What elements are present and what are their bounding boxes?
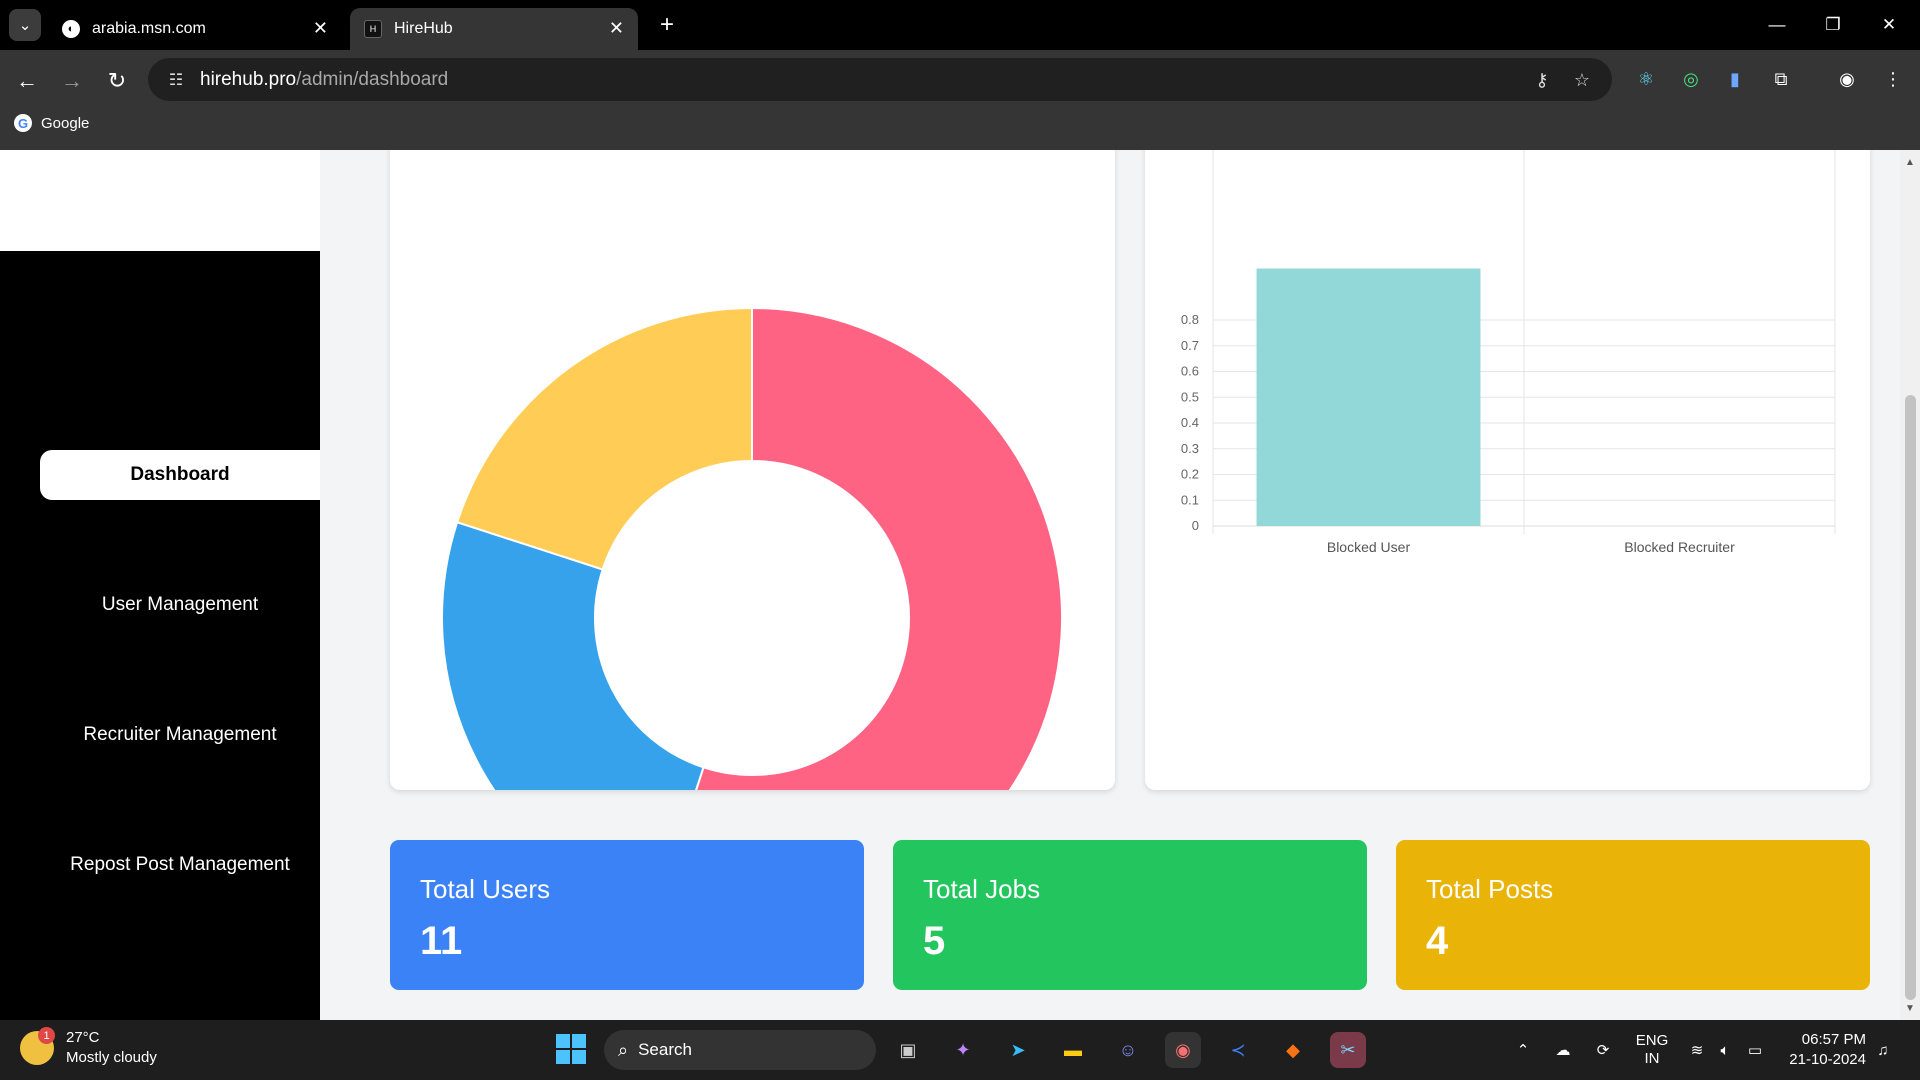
minimize-icon[interactable]: —: [1762, 10, 1792, 40]
weather-desc: Mostly cloudy: [66, 1049, 157, 1066]
notification-badge: 1: [38, 1027, 55, 1044]
screen: ⌄ ◐ arabia.msn.com ✕ H HireHub ✕ + — ❐ ✕…: [0, 0, 1920, 1080]
sidebar-item-user-management[interactable]: User Management: [40, 580, 320, 630]
tab-hirehub[interactable]: H HireHub ✕: [350, 8, 638, 50]
close-window-icon[interactable]: ✕: [1874, 10, 1904, 40]
windows-taskbar: 1 27°C Mostly cloudy ⌕ Search ▣ ✦ ➤ ▬ ☺ …: [0, 1020, 1920, 1080]
x-tick-label: Blocked User: [1327, 539, 1411, 555]
browser-toolbar: ← → ↻ ☷ hirehub.pro/admin/dashboard ⚷ ☆ …: [0, 50, 1920, 150]
extension-circle-icon[interactable]: ◎: [1676, 64, 1706, 94]
y-tick-label: 0.2: [1181, 467, 1199, 482]
stat-card-total-jobs: Total Jobs 5: [893, 840, 1367, 990]
y-tick-label: 0.6: [1181, 364, 1199, 379]
brave-icon[interactable]: ◆: [1275, 1032, 1311, 1068]
bar-chart-card: 0 0.1 0.2 0.3 0.4 0.5 0.6 0.7 0.8 Blocked User Blo…: [1145, 150, 1870, 790]
bar-chart: 0 0.1 0.2 0.3 0.4 0.5 0.6 0.7 0.8 Blocked User Blo…: [1181, 150, 1836, 555]
discord-icon[interactable]: ☺: [1110, 1032, 1146, 1068]
stat-value: 11: [420, 919, 463, 963]
y-tick-label: 0.1: [1181, 492, 1199, 507]
task-view-icon[interactable]: ▣: [890, 1032, 926, 1068]
clipboard-icon[interactable]: ▮: [1720, 64, 1750, 94]
bar-0[interactable]: [1256, 268, 1481, 527]
file-explorer-icon[interactable]: ▬: [1055, 1032, 1091, 1068]
hirehub-favicon-icon: H: [364, 20, 382, 38]
y-tick-label: 0.7: [1181, 338, 1199, 353]
bookmark-google[interactable]: G Google: [14, 114, 89, 132]
tab-title: arabia.msn.com: [92, 20, 206, 37]
stat-value: 4: [1426, 919, 1449, 963]
vscode-icon[interactable]: ≺: [1220, 1032, 1256, 1068]
scroll-down-icon[interactable]: ▼: [1900, 1000, 1920, 1016]
snipping-tool-icon[interactable]: ✂: [1330, 1032, 1366, 1068]
stat-value: 5: [923, 919, 946, 963]
react-devtools-icon[interactable]: ⚛: [1631, 64, 1661, 94]
doughnut-chart-card: [390, 150, 1115, 929]
stat-label: Total Jobs: [923, 874, 1041, 904]
volume-icon[interactable]: 🔈︎: [1714, 1034, 1736, 1066]
sidebar-item-recruiter-management[interactable]: Recruiter Management: [40, 710, 320, 760]
tab-title: HireHub: [394, 20, 453, 37]
chevron-up-icon[interactable]: ⌃: [1512, 1034, 1534, 1066]
y-tick-label: 0.5: [1181, 389, 1199, 404]
globe-icon: ◐: [62, 20, 80, 38]
y-tick-label: 0.8: [1181, 312, 1199, 327]
y-tick-label: 0.4: [1181, 415, 1199, 430]
onedrive-icon[interactable]: ☁: [1550, 1034, 1576, 1066]
scroll-up-icon[interactable]: ▲: [1900, 154, 1920, 170]
sidebar-header: [0, 150, 320, 251]
windows-start-icon[interactable]: [556, 1034, 586, 1064]
close-icon[interactable]: ✕: [609, 18, 624, 39]
cloudy-weather-icon: 1: [20, 1027, 55, 1065]
weather-temp: 27°C: [66, 1029, 100, 1046]
key-icon[interactable]: ⚷: [1528, 66, 1556, 94]
sidebar-item-repost-post-management[interactable]: Repost Post Management: [40, 840, 320, 890]
clock[interactable]: 06:57 PM 21-10-2024: [1780, 1030, 1866, 1070]
admin-dashboard-page: Dashboard User Management Recruiter Mana…: [0, 150, 1920, 1020]
browser-tab-strip: ⌄ ◐ arabia.msn.com ✕ H HireHub ✕ + — ❐ ✕: [0, 0, 1920, 50]
back-arrow-icon[interactable]: ←: [10, 64, 44, 98]
site-info-icon[interactable]: ☷: [162, 70, 190, 90]
doughnut-chart: [441, 306, 1063, 929]
new-tab-plus-icon[interactable]: +: [652, 10, 682, 40]
stat-card-total-posts: Total Posts 4: [1396, 840, 1870, 990]
taskbar-search[interactable]: ⌕ Search: [604, 1030, 876, 1070]
puzzle-extensions-icon[interactable]: ⧉: [1766, 64, 1796, 94]
battery-icon[interactable]: ▭: [1744, 1034, 1766, 1066]
restore-icon[interactable]: ❐: [1818, 10, 1848, 40]
close-icon[interactable]: ✕: [313, 18, 328, 39]
stat-card-total-users: Total Users 11: [390, 840, 864, 990]
reload-icon[interactable]: ↻: [100, 64, 134, 98]
notification-bell-icon[interactable]: ♫: [1872, 1034, 1894, 1066]
chrome-icon[interactable]: ◉: [1165, 1032, 1201, 1068]
stat-label: Total Users: [420, 874, 551, 904]
y-tick-label: 0.3: [1181, 441, 1199, 456]
x-tick-label: Blocked Recruiter: [1624, 539, 1735, 555]
address-bar[interactable]: ☷ hirehub.pro/admin/dashboard ⚷ ☆: [148, 58, 1612, 101]
tab-search-chevron-icon[interactable]: ⌄: [9, 9, 41, 41]
url-text: hirehub.pro/admin/dashboard: [200, 68, 449, 90]
copilot-icon[interactable]: ✦: [945, 1032, 981, 1068]
tab-msn[interactable]: ◐ arabia.msn.com ✕: [48, 8, 342, 50]
stat-label: Total Posts: [1426, 874, 1554, 904]
language-indicator[interactable]: ENG IN: [1630, 1032, 1674, 1067]
search-icon: ⌕: [618, 1039, 629, 1060]
scroll-thumb[interactable]: [1905, 395, 1916, 1000]
sync-icon[interactable]: ⟳: [1590, 1034, 1616, 1066]
star-icon[interactable]: ☆: [1568, 66, 1596, 94]
google-icon: G: [14, 114, 32, 132]
doughnut-slice-1[interactable]: [441, 520, 705, 915]
wifi-icon[interactable]: ≋: [1686, 1034, 1708, 1066]
doughnut-slice-2[interactable]: [455, 306, 753, 571]
y-tick-label: 0: [1192, 518, 1199, 533]
sidebar-item-dashboard[interactable]: Dashboard: [40, 450, 320, 500]
forward-arrow-icon[interactable]: →: [55, 64, 89, 98]
profile-avatar-icon[interactable]: ◉: [1832, 64, 1862, 94]
page-scrollbar[interactable]: ▲ ▼: [1900, 150, 1920, 1020]
menu-dots-icon[interactable]: ⋮: [1878, 64, 1908, 94]
weather-widget[interactable]: 1 27°C Mostly cloudy: [20, 1027, 157, 1068]
sidebar: [0, 251, 320, 1020]
telegram-icon[interactable]: ➤: [1000, 1032, 1036, 1068]
